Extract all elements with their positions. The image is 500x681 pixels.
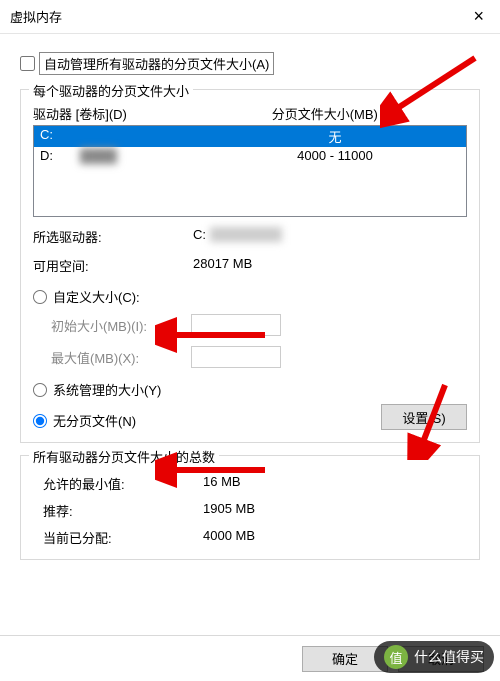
custom-size-label[interactable]: 自定义大小(C): xyxy=(53,287,140,306)
drive-list[interactable]: C: 无 D: ████ 4000 - 11000 xyxy=(33,125,467,217)
list-item[interactable]: C: 无 xyxy=(34,126,466,147)
rec-value: 1905 MB xyxy=(203,501,255,520)
drive-list-header: 驱动器 [卷标](D) 分页文件大小(MB) xyxy=(33,104,467,123)
no-paging-radio[interactable] xyxy=(33,414,47,428)
system-managed-radio[interactable] xyxy=(33,383,47,397)
custom-size-radio-row: 自定义大小(C): xyxy=(33,287,467,306)
header-size: 分页文件大小(MB) xyxy=(272,104,467,123)
selected-drive-label: 所选驱动器: xyxy=(33,227,193,246)
totals-group: 所有驱动器分页文件大小的总数 允许的最小值:16 MB 推荐:1905 MB 当… xyxy=(20,455,480,560)
set-button[interactable]: 设置(S) xyxy=(381,404,467,430)
selected-drive-value: C: xxxxx xyxy=(193,227,467,246)
auto-manage-label[interactable]: 自动管理所有驱动器的分页文件大小(A) xyxy=(39,52,274,75)
header-drive: 驱动器 [卷标](D) xyxy=(33,104,272,123)
custom-size-inputs: 初始大小(MB)(I): 最大值(MB)(X): xyxy=(51,314,467,368)
watermark: 值 什么值得买 xyxy=(374,641,494,673)
dialog-content: 自动管理所有驱动器的分页文件大小(A) 每个驱动器的分页文件大小 驱动器 [卷标… xyxy=(0,34,500,560)
selected-drive-row: 所选驱动器: C: xxxxx xyxy=(33,227,467,246)
initial-size-label: 初始大小(MB)(I): xyxy=(51,316,191,335)
max-size-input[interactable] xyxy=(191,346,281,368)
window-title: 虚拟内存 xyxy=(10,7,467,26)
cur-label: 当前已分配: xyxy=(43,528,203,547)
min-value: 16 MB xyxy=(203,474,241,493)
rec-label: 推荐: xyxy=(43,501,203,520)
available-space-value: 28017 MB xyxy=(193,256,467,275)
auto-manage-checkbox[interactable] xyxy=(20,56,35,71)
available-space-label: 可用空间: xyxy=(33,256,193,275)
system-managed-row: 系统管理的大小(Y) xyxy=(33,380,467,399)
max-size-label: 最大值(MB)(X): xyxy=(51,348,191,367)
close-icon[interactable]: × xyxy=(467,6,490,27)
available-space-row: 可用空间: 28017 MB xyxy=(33,256,467,275)
watermark-text: 什么值得买 xyxy=(414,647,484,667)
min-label: 允许的最小值: xyxy=(43,474,203,493)
watermark-badge-icon: 值 xyxy=(384,645,408,669)
list-item[interactable]: D: ████ 4000 - 11000 xyxy=(34,147,466,164)
cur-value: 4000 MB xyxy=(203,528,255,547)
auto-manage-row: 自动管理所有驱动器的分页文件大小(A) xyxy=(20,52,480,75)
totals-legend: 所有驱动器分页文件大小的总数 xyxy=(29,447,219,466)
per-drive-group: 每个驱动器的分页文件大小 驱动器 [卷标](D) 分页文件大小(MB) C: 无… xyxy=(20,89,480,443)
per-drive-legend: 每个驱动器的分页文件大小 xyxy=(29,81,193,100)
custom-size-radio[interactable] xyxy=(33,290,47,304)
no-paging-label[interactable]: 无分页文件(N) xyxy=(53,411,136,430)
system-managed-label[interactable]: 系统管理的大小(Y) xyxy=(53,380,161,399)
titlebar: 虚拟内存 × xyxy=(0,0,500,34)
initial-size-input[interactable] xyxy=(191,314,281,336)
